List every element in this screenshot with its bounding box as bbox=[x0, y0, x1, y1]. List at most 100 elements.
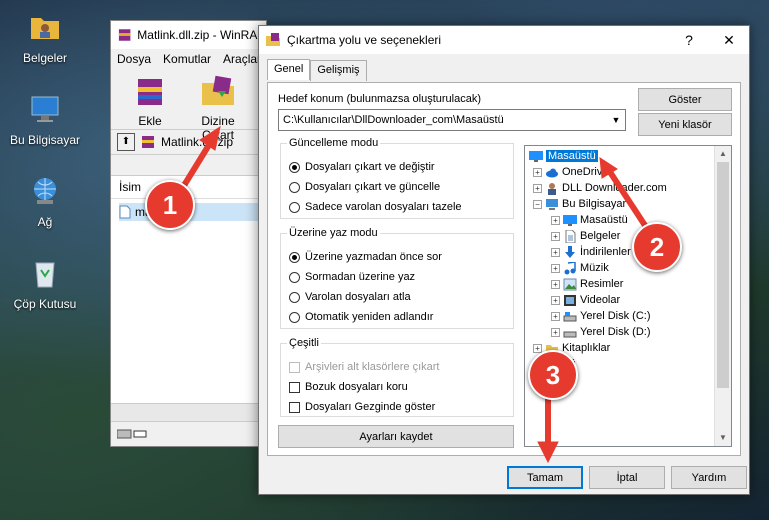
tree-item-downloads[interactable]: + İndirilenler bbox=[551, 244, 631, 260]
expand-icon[interactable]: + bbox=[533, 183, 542, 193]
winrar-window: Matlink.dll.zip - WinRAR Dosya Komutlar … bbox=[110, 20, 267, 447]
tree-item-documents[interactable]: + Belgeler bbox=[551, 228, 620, 244]
winrar-toolbar: Ekle Dizine Çıkart bbox=[111, 69, 266, 142]
expand-icon[interactable]: + bbox=[551, 327, 560, 337]
tree-item-label: Yerel Disk (C:) bbox=[580, 310, 651, 322]
recycle-bin-icon bbox=[35, 262, 55, 288]
option-label: Otomatik yeniden adlandır bbox=[305, 311, 434, 323]
picture-icon bbox=[563, 278, 577, 290]
up-folder-icon[interactable]: ⬆ bbox=[117, 133, 135, 151]
tree-item-label: İndirilenler bbox=[580, 246, 631, 258]
misc-option-keep-broken[interactable]: Bozuk dosyaları koru bbox=[289, 381, 408, 393]
update-option-refresh-existing[interactable]: Sadece varolan dosyaları tazele bbox=[289, 201, 462, 213]
overwrite-option-rename[interactable]: Otomatik yeniden adlandır bbox=[289, 311, 433, 323]
overwrite-mode-title: Üzerine yaz modu bbox=[289, 227, 378, 239]
folder-tree[interactable]: Masaüstü + OneDrive + DLL Downloader.com… bbox=[524, 145, 732, 447]
menu-commands[interactable]: Komutlar bbox=[163, 52, 211, 66]
overwrite-option-skip[interactable]: Varolan dosyaları atla bbox=[289, 291, 411, 303]
tree-item-pictures[interactable]: + Resimler bbox=[551, 276, 623, 292]
checkbox[interactable] bbox=[289, 381, 300, 393]
drive-icon bbox=[563, 331, 577, 337]
expand-icon[interactable]: + bbox=[551, 311, 560, 321]
tab-advanced[interactable]: Gelişmiş bbox=[310, 60, 367, 81]
tree-vertical-scrollbar[interactable]: ▲ ▼ bbox=[714, 146, 731, 446]
update-option-extract-update[interactable]: Dosyaları çıkart ve güncelle bbox=[289, 181, 440, 193]
show-button[interactable]: Göster bbox=[638, 88, 732, 111]
extract-to-button[interactable]: Dizine Çıkart bbox=[187, 69, 249, 142]
collapse-icon[interactable]: − bbox=[533, 199, 542, 209]
tree-item-onedrive[interactable]: + OneDrive bbox=[533, 164, 608, 180]
archive-icon bbox=[142, 136, 154, 148]
misc-option-subfolders: Arşivleri alt klasörlere çıkart bbox=[289, 361, 439, 373]
tree-item-user[interactable]: + DLL Downloader.com bbox=[533, 180, 667, 196]
option-label: Dosyaları çıkart ve değiştir bbox=[305, 161, 435, 173]
desktop-icon-this-pc[interactable]: Bu Bilgisayar bbox=[5, 92, 85, 147]
computer-icon bbox=[31, 96, 59, 122]
desktop-icon-recycle-bin[interactable]: Çöp Kutusu bbox=[5, 256, 85, 311]
tree-item-drive-c[interactable]: + Yerel Disk (C:) bbox=[551, 308, 651, 324]
desktop-icon-network[interactable]: Ağ bbox=[5, 174, 85, 229]
expand-icon[interactable]: + bbox=[551, 215, 560, 225]
archive-path: Matlink.dll.zip bbox=[161, 135, 234, 149]
extract-folder-icon bbox=[202, 75, 234, 105]
destination-path-input[interactable]: C:\Kullanıcılar\DllDownloader_com\Masaüs… bbox=[279, 114, 607, 126]
dialog-title-bar[interactable]: Çıkartma yolu ve seçenekleri ? ✕ bbox=[259, 26, 749, 54]
expand-icon[interactable]: + bbox=[551, 231, 560, 241]
radio-button[interactable] bbox=[289, 291, 300, 303]
ok-button[interactable]: Tamam bbox=[507, 466, 583, 489]
new-folder-button[interactable]: Yeni klasör bbox=[638, 113, 732, 136]
option-label: Dosyaları Gezginde göster bbox=[305, 401, 436, 413]
tree-item-desktop[interactable]: Masaüstü bbox=[529, 148, 598, 164]
drive-icon bbox=[563, 311, 577, 321]
tree-item-videos[interactable]: + Videolar bbox=[551, 292, 620, 308]
update-option-extract-replace[interactable]: Dosyaları çıkart ve değiştir bbox=[289, 161, 435, 173]
desktop-icon-label: Çöp Kutusu bbox=[13, 297, 77, 311]
radio-button[interactable] bbox=[289, 311, 300, 323]
radio-button[interactable] bbox=[289, 161, 300, 173]
tree-item-label: DLL Downloader.com bbox=[562, 182, 667, 194]
tab-general[interactable]: Genel bbox=[267, 59, 311, 80]
horizontal-scrollbar[interactable] bbox=[111, 403, 266, 421]
menu-tools[interactable]: Araçlar bbox=[223, 52, 261, 66]
tree-item-label: OneDrive bbox=[562, 166, 609, 178]
tree-item-drive-d[interactable]: + Yerel Disk (D:) bbox=[551, 324, 651, 340]
expand-icon[interactable]: + bbox=[533, 167, 542, 177]
help-button[interactable]: Yardım bbox=[671, 466, 747, 489]
overwrite-option-without-prompt[interactable]: Sormadan üzerine yaz bbox=[289, 271, 415, 283]
tree-item-this-pc[interactable]: − Bu Bilgisayar bbox=[533, 196, 626, 212]
scroll-thumb[interactable] bbox=[717, 162, 729, 388]
option-label: Bozuk dosyaları koru bbox=[305, 381, 408, 393]
tree-item-music[interactable]: + Müzik bbox=[551, 260, 609, 276]
expand-icon[interactable]: + bbox=[551, 279, 560, 289]
checkbox[interactable] bbox=[289, 401, 300, 413]
misc-option-show-explorer[interactable]: Dosyaları Gezginde göster bbox=[289, 401, 435, 413]
add-button[interactable]: Ekle bbox=[119, 69, 181, 129]
desktop-icon-label: Bu Bilgisayar bbox=[9, 133, 81, 147]
radio-button[interactable] bbox=[289, 251, 300, 263]
radio-button[interactable] bbox=[289, 201, 300, 213]
menu-file[interactable]: Dosya bbox=[117, 52, 151, 66]
radio-button[interactable] bbox=[289, 271, 300, 283]
winrar-title-bar[interactable]: Matlink.dll.zip - WinRAR bbox=[111, 21, 266, 49]
expand-icon[interactable]: + bbox=[551, 247, 560, 257]
expand-icon[interactable]: + bbox=[551, 263, 560, 273]
save-settings-button[interactable]: Ayarları kaydet bbox=[278, 425, 514, 448]
overwrite-option-ask[interactable]: Üzerine yazmadan önce sor bbox=[289, 251, 442, 263]
desktop-icon bbox=[563, 214, 577, 226]
cloud-icon bbox=[546, 168, 558, 177]
cancel-button[interactable]: İptal bbox=[589, 466, 665, 489]
radio-button[interactable] bbox=[289, 181, 300, 193]
add-button-label: Ekle bbox=[138, 114, 162, 128]
close-button[interactable]: ✕ bbox=[709, 32, 749, 49]
tree-item-label: Masaüstü bbox=[580, 214, 628, 226]
tree-item-label: Müzik bbox=[580, 262, 609, 274]
scroll-down-icon[interactable]: ▼ bbox=[715, 430, 731, 446]
destination-combobox[interactable]: C:\Kullanıcılar\DllDownloader_com\Masaüs… bbox=[278, 109, 626, 131]
scroll-up-icon[interactable]: ▲ bbox=[715, 146, 731, 162]
help-title-button[interactable]: ? bbox=[669, 32, 709, 48]
expand-icon[interactable]: + bbox=[533, 343, 542, 353]
tree-item-desktop-sub[interactable]: + Masaüstü bbox=[551, 212, 628, 228]
desktop-icon-documents[interactable]: Belgeler bbox=[5, 10, 85, 65]
expand-icon[interactable]: + bbox=[551, 295, 560, 305]
chevron-down-icon[interactable]: ▼ bbox=[607, 115, 625, 125]
